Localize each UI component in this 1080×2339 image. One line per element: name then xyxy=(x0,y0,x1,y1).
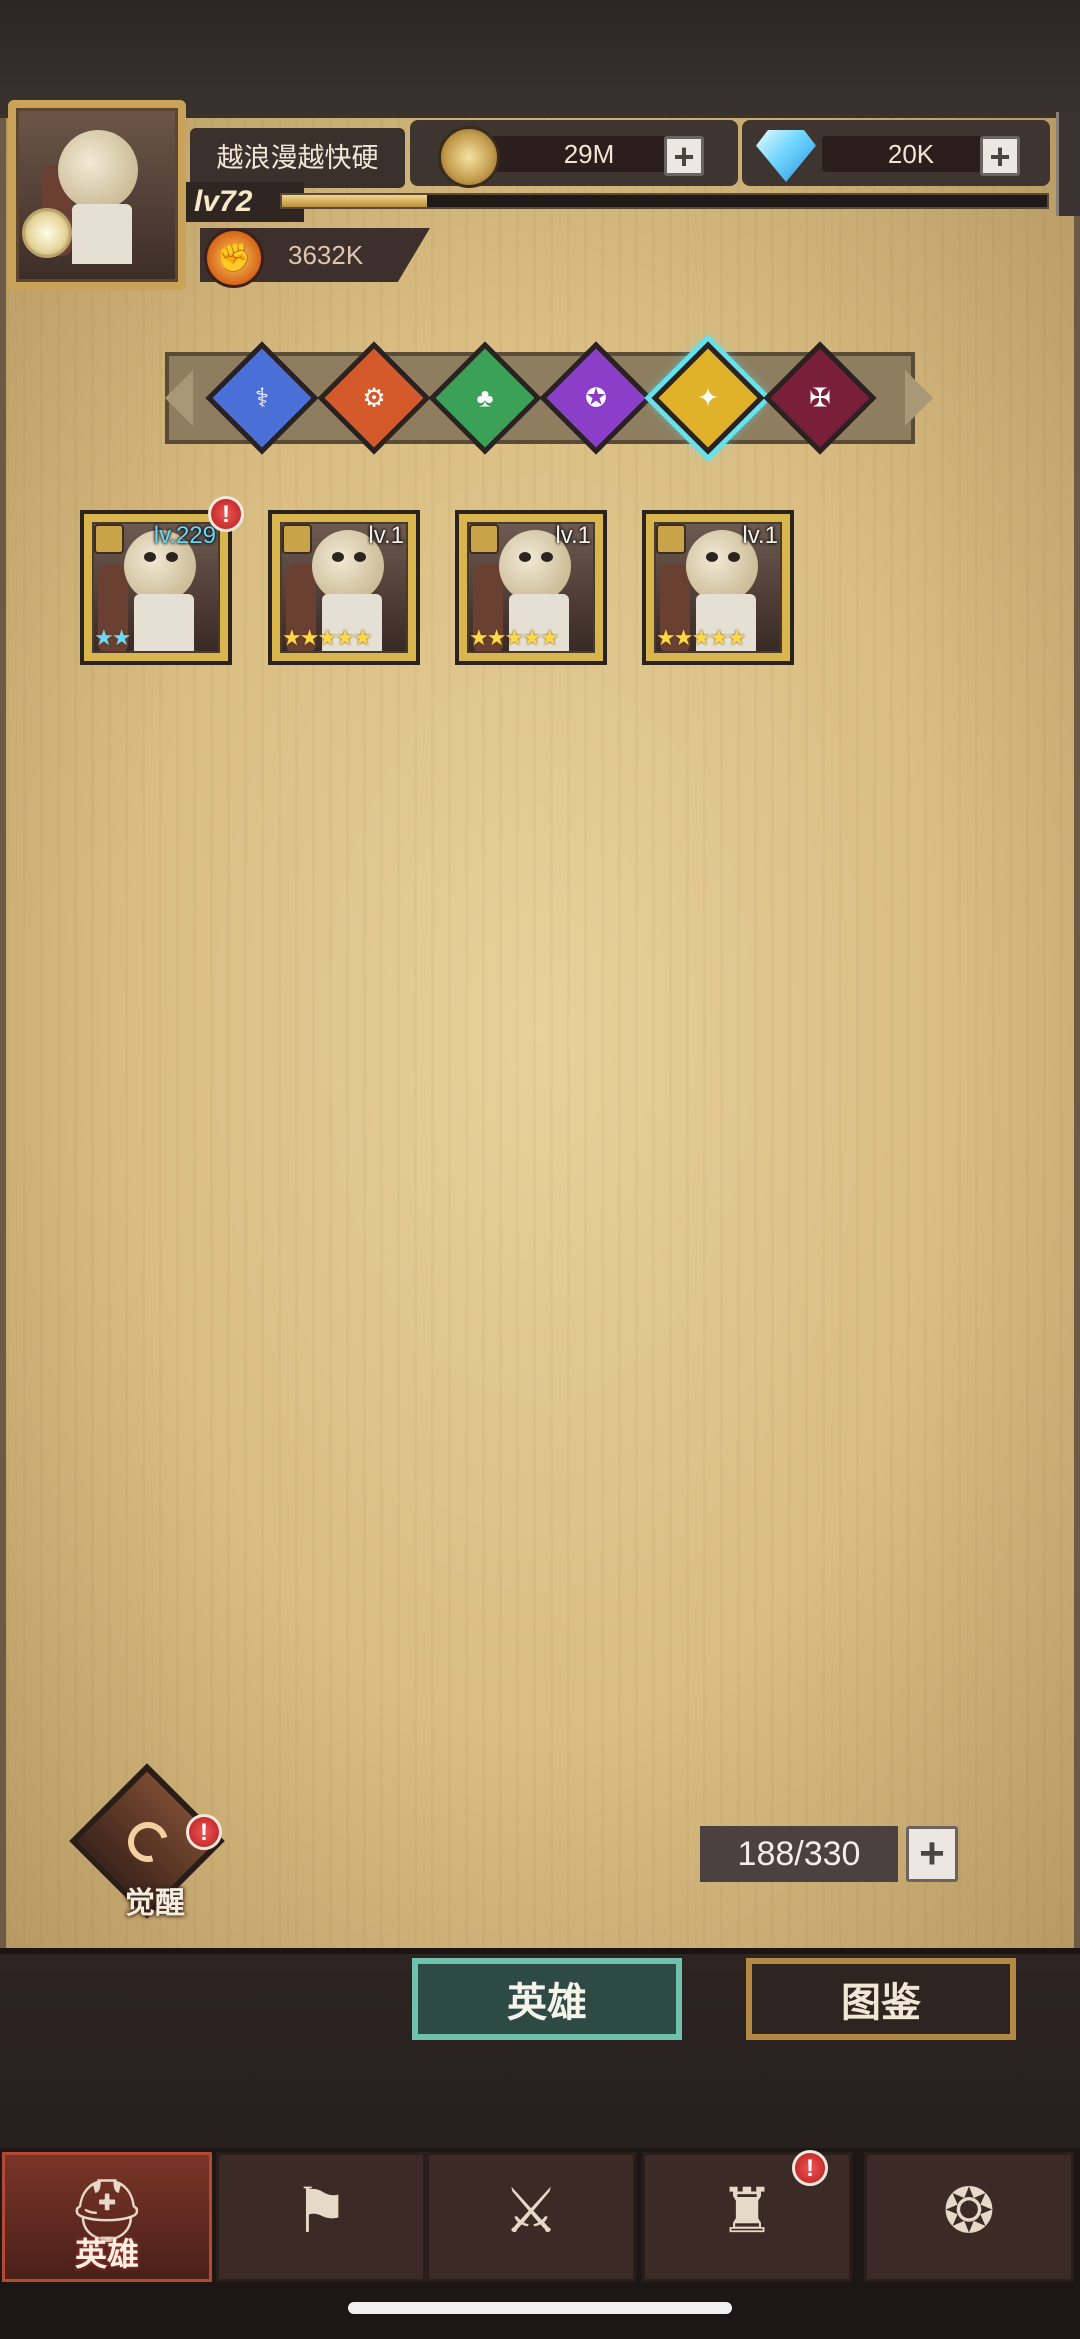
hero-stars: ★★ xyxy=(94,625,131,650)
hero-level: lv.1 xyxy=(742,522,778,549)
faction-orange-icon: ⚙ xyxy=(362,382,386,413)
faction-green-icon: ♣ xyxy=(476,382,494,413)
fist-icon: ✊ xyxy=(204,228,264,288)
hero-eye xyxy=(541,552,553,562)
faction-blue-icon: ⚕ xyxy=(254,382,270,413)
nav-item-alliance[interactable]: ❂ xyxy=(864,2152,1074,2282)
expand-capacity-button[interactable]: + xyxy=(906,1826,958,1882)
hero-class-icon xyxy=(94,524,124,554)
faction-dark-icon: ✠ xyxy=(809,382,831,413)
hero-card[interactable]: lv.1 ★★★★★ xyxy=(268,510,420,665)
gold-coin-icon xyxy=(438,126,500,188)
avatar-body xyxy=(72,204,132,264)
awaken-label: 觉醒 xyxy=(125,1887,185,1920)
nav-item-flag[interactable]: ⚑ xyxy=(216,2152,426,2282)
flag-icon: ⚑ xyxy=(293,2177,349,2246)
alliance-icon: ❂ xyxy=(943,2177,995,2246)
hero-eye xyxy=(519,552,531,562)
faction-gold-icon: ✦ xyxy=(697,382,719,413)
hero-capacity: 188/330 xyxy=(700,1826,898,1882)
xp-bar xyxy=(280,193,1049,209)
hero-class-icon xyxy=(656,524,686,554)
player-name: 越浪漫越快硬 xyxy=(190,128,405,188)
hero-card[interactable]: lv.1 ★★★★★ xyxy=(455,510,607,665)
awaken-alert-badge: ! xyxy=(186,1814,222,1850)
faction-purple-icon: ✪ xyxy=(585,382,607,413)
add-gem-button[interactable]: + xyxy=(980,136,1020,176)
nav-item-crossed-swords[interactable]: ⚔ xyxy=(426,2152,636,2282)
home-indicator[interactable] xyxy=(348,2302,732,2314)
hero-card[interactable]: lv.229 ★★ xyxy=(80,510,232,665)
hero-eye xyxy=(144,552,156,562)
hero-level: lv.1 xyxy=(368,522,404,549)
hero-class-icon xyxy=(469,524,499,554)
hero-stars: ★★★★★ xyxy=(469,625,560,650)
add-gold-button[interactable]: + xyxy=(664,136,704,176)
player-avatar[interactable] xyxy=(8,100,186,290)
side-drawer-handle[interactable] xyxy=(1056,112,1080,216)
tab-atlas[interactable]: 图鉴 xyxy=(746,1958,1016,2040)
hero-eye xyxy=(166,552,178,562)
crossed-swords-icon: ⚔ xyxy=(503,2177,559,2246)
avatar-mask xyxy=(58,130,138,210)
gem-value: 20K xyxy=(887,139,935,169)
hero-body xyxy=(134,594,194,651)
hero-eye xyxy=(728,552,740,562)
hero-eye xyxy=(332,552,344,562)
hero-card[interactable]: lv.1 ★★★★★ xyxy=(642,510,794,665)
tab-heroes[interactable]: 英雄 xyxy=(412,1958,682,2040)
filter-left-arrow-icon[interactable] xyxy=(165,370,193,426)
hero-eye xyxy=(706,552,718,562)
hero-alert-badge: ! xyxy=(208,496,244,532)
nav-item-helmet[interactable]: ⛑ 英雄 xyxy=(2,2152,212,2282)
hero-level: lv.229 xyxy=(153,522,216,549)
nav-alert-badge: ! xyxy=(792,2150,828,2186)
hero-stars: ★★★★★ xyxy=(282,625,373,650)
xp-bar-fill xyxy=(282,195,428,207)
hero-class-icon xyxy=(282,524,312,554)
nav-label: 英雄 xyxy=(74,2236,139,2272)
gold-value: 29M xyxy=(563,139,615,169)
filter-right-arrow-icon[interactable] xyxy=(905,370,933,426)
hero-stars: ★★★★★ xyxy=(656,625,747,650)
hero-level: lv.1 xyxy=(555,522,591,549)
avatar-badge-icon xyxy=(22,208,72,258)
hero-eye xyxy=(354,552,366,562)
power-value: 3632K xyxy=(288,240,364,270)
castle-icon: ♜ xyxy=(719,2177,775,2246)
